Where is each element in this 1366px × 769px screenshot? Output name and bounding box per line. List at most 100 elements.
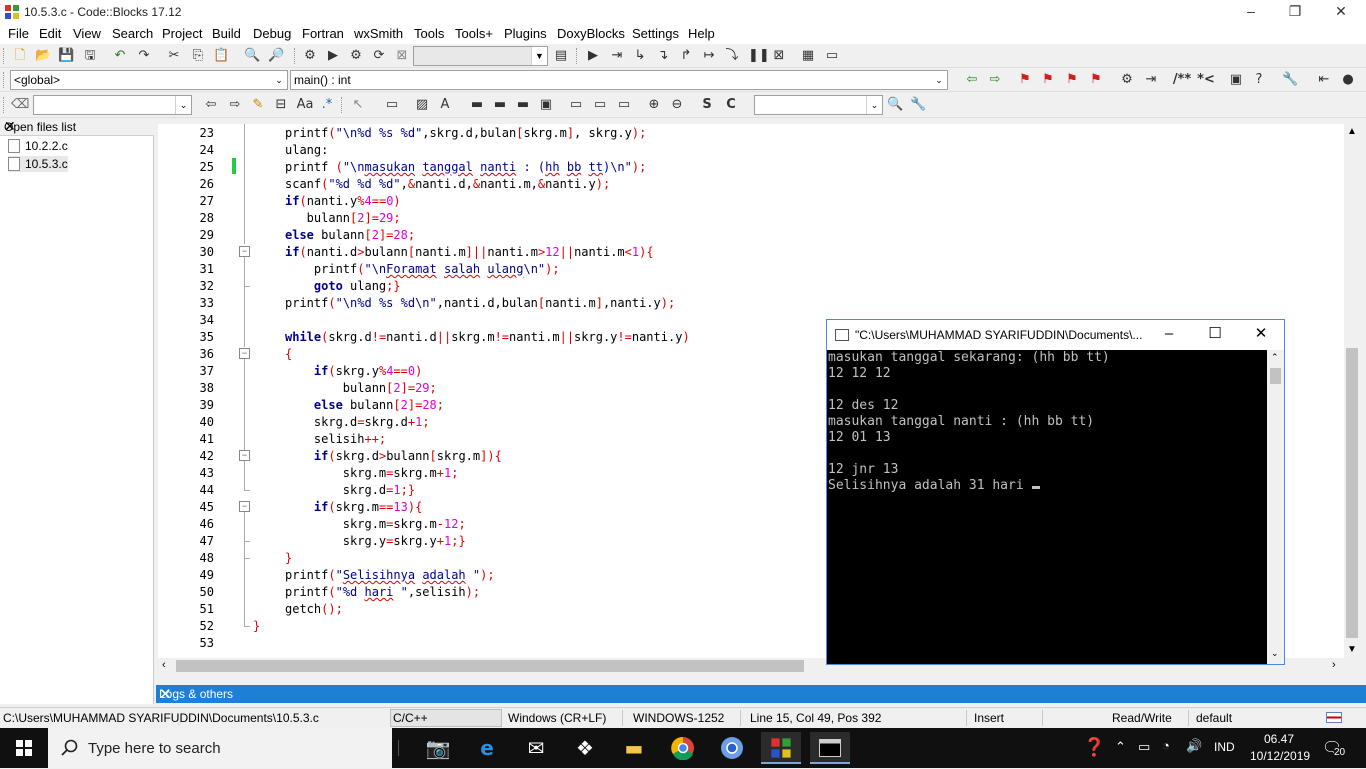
chrome-icon[interactable] [663,732,703,764]
save-all-icon[interactable]: 🖫 [82,48,98,64]
menu-build[interactable]: Build [212,26,241,41]
scroll-right-icon[interactable]: › [1332,659,1336,671]
scroll-up-icon[interactable]: ⌃ [1271,352,1279,363]
dropbox-icon[interactable]: ❖ [565,732,605,764]
build-gear-icon[interactable]: ⚙ [302,48,318,64]
jump-forward-icon[interactable]: ⇨ [987,72,1003,88]
shape-4-icon[interactable]: ▣ [538,97,554,113]
menu-view[interactable]: View [73,26,101,41]
selection-only-icon[interactable]: ⊟ [273,97,289,113]
fold-toggle-icon[interactable]: − [239,246,250,257]
menu-plugins[interactable]: Plugins [504,26,547,41]
dot-icon[interactable]: ● [1340,72,1356,88]
debug-run-icon[interactable]: ▶ [585,48,601,64]
menu-search[interactable]: Search [112,26,153,41]
pause-icon[interactable]: ❚❚ [748,48,770,64]
build-target-combo[interactable]: ▼ [413,46,548,66]
prev-bookmark-icon[interactable]: ⚑ [1040,72,1056,88]
chromium-icon[interactable] [712,732,752,764]
doxy-html-icon[interactable]: ▣ [1228,72,1244,88]
console-title-bar[interactable]: "C:\Users\MUHAMMAD SYARIFUDDIN\Documents… [827,320,1284,350]
symbol-search-input[interactable]: ⌄ [754,95,883,115]
zoom-in-icon[interactable]: ⊕ [646,97,662,113]
clock-time[interactable]: 06.47 [1264,732,1294,746]
debug-info-icon[interactable]: ▭ [824,48,840,64]
abort-icon[interactable]: ⊠ [394,48,410,64]
build-run-icon[interactable]: ⚙ [348,48,364,64]
console-window[interactable]: "C:\Users\MUHAMMAD SYARIFUDDIN\Documents… [826,319,1285,665]
console-scrollbar[interactable]: ⌃ ⌄ [1267,350,1284,664]
scroll-left-icon[interactable]: ‹ [162,659,166,671]
menu-edit[interactable]: Edit [39,26,61,41]
tools-icon[interactable]: 🔧 [910,97,926,113]
fold-toggle-icon[interactable]: − [239,501,250,512]
pointer-icon[interactable]: ↖ [350,97,366,113]
menu-doxyblocks[interactable]: DoxyBlocks [557,26,625,41]
volume-icon[interactable]: 🔊 [1186,738,1202,754]
rebuild-icon[interactable]: ⟳ [371,48,387,64]
s-icon[interactable]: S [699,97,715,113]
c-icon[interactable]: C [723,97,739,113]
doxy-line-comment[interactable]: *< [1196,72,1216,88]
scroll-down-icon[interactable]: ⌄ [1271,648,1279,659]
highlight-icon[interactable]: ✎ [250,97,266,113]
doxy-block-comment[interactable]: /** [1170,72,1194,88]
input-language[interactable]: IND [1214,740,1235,754]
close-logs-icon[interactable]: ✕ [159,685,1362,703]
clock-date[interactable]: 10/12/2019 [1250,749,1310,763]
shape-3-icon[interactable]: ▬ [515,97,531,113]
taskbar-search-box[interactable]: Type here to search [48,728,392,768]
shape-7-icon[interactable]: ▭ [616,97,632,113]
wifi-icon[interactable]: ◔ [1162,738,1170,753]
menu-tools[interactable]: Tools [414,26,444,41]
menu-file[interactable]: File [8,26,29,41]
minimize-button[interactable]: – [1228,0,1274,24]
paste-icon[interactable]: 📋 [213,48,229,64]
console-taskbar-icon[interactable] [810,732,850,764]
next-instruction-icon[interactable]: ↦ [701,48,717,64]
open-file-item[interactable]: 10.2.2.c [8,138,148,154]
text-icon[interactable]: A [437,97,453,113]
jump-back-icon[interactable]: ⇦ [964,72,980,88]
search-next-icon[interactable]: ⇨ [227,97,243,113]
menu-tools-plus[interactable]: Tools+ [455,26,493,41]
scroll-thumb[interactable] [1270,368,1281,384]
doxy-extract-icon[interactable]: ⇥ [1143,72,1159,88]
search-go-icon[interactable]: 🔍 [887,97,903,113]
next-line-icon[interactable]: ↳ [632,48,648,64]
close-panel-icon[interactable]: ✕ [4,118,148,135]
search-prev-icon[interactable]: ⇦ [203,97,219,113]
match-case-icon[interactable]: Aa [296,97,314,113]
regex-icon[interactable]: .* [319,97,335,113]
console-close-button[interactable]: ✕ [1238,320,1284,350]
battery-icon[interactable]: ▭ [1138,739,1150,755]
replace-icon[interactable]: 🔎 [268,48,284,64]
scope-combo[interactable]: <global> ⌄ [10,70,288,90]
shape-5-icon[interactable]: ▭ [568,97,584,113]
menu-project[interactable]: Project [162,26,202,41]
box-icon[interactable]: ▭ [384,97,400,113]
camera-app-icon[interactable]: 📷 [418,732,458,764]
menu-fortran[interactable]: Fortran [302,26,344,41]
run-to-cursor-icon[interactable]: ⇥ [609,48,625,64]
bookmark-flag-icon[interactable]: ⚑ [1017,72,1033,88]
doxy-chm-icon[interactable]: ? [1251,72,1267,88]
editor-vertical-scrollbar[interactable]: ▲ ▼ [1344,124,1360,658]
edge-browser-icon[interactable]: e [467,732,507,764]
open-icon[interactable]: 📂 [35,48,51,64]
scroll-thumb[interactable] [1346,348,1358,638]
run-icon[interactable]: ▶ [325,48,341,64]
open-file-item-active[interactable]: 10.5.3.c [8,156,68,172]
fold-toggle-icon[interactable]: − [239,348,250,359]
console-minimize-button[interactable]: – [1146,320,1192,350]
step-out-icon[interactable]: ↱ [678,48,694,64]
incremental-search-input[interactable]: ⌄ [33,95,192,115]
fold-toggle-icon[interactable]: − [239,450,250,461]
scroll-down-icon[interactable]: ▼ [1347,644,1357,655]
start-button[interactable] [0,728,48,768]
restore-button[interactable]: ❐ [1272,0,1318,24]
stop-debug-icon[interactable]: ⊠ [771,48,787,64]
scroll-up-icon[interactable]: ▲ [1347,126,1357,137]
new-file-icon[interactable]: 🗋 [12,48,28,64]
show-hidden-icons[interactable]: ⌃ [1115,739,1126,755]
